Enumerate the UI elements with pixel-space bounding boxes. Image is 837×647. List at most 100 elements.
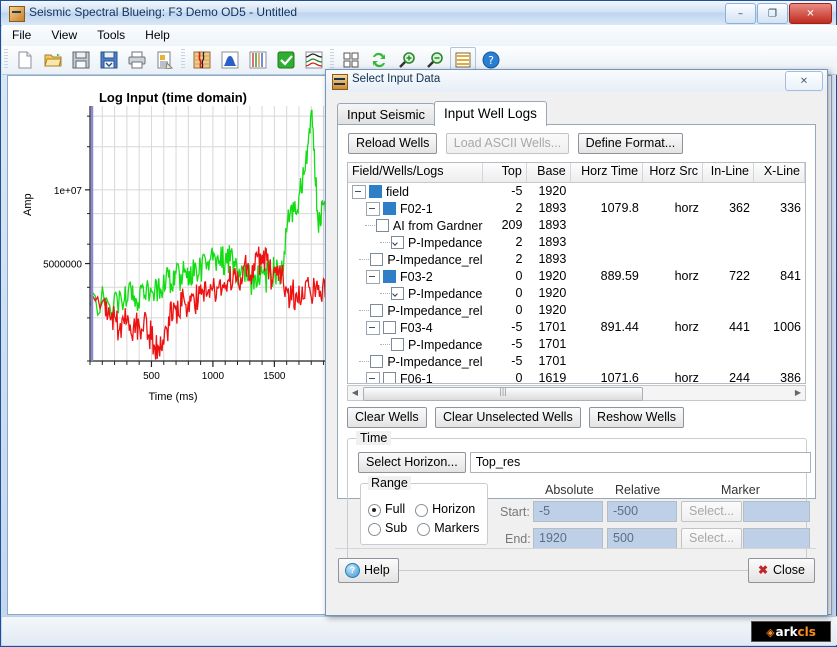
col-horz-time[interactable]: Horz Time bbox=[571, 163, 644, 182]
col-horz-src[interactable]: Horz Src bbox=[643, 163, 704, 182]
save-as-button[interactable] bbox=[96, 47, 122, 73]
expander-collapse-icon[interactable] bbox=[366, 371, 380, 383]
wavelet-button[interactable] bbox=[217, 47, 243, 73]
menu-tools[interactable]: Tools bbox=[87, 25, 135, 44]
start-relative-field[interactable]: -500 bbox=[607, 501, 677, 522]
table-row[interactable]: F03-2 0 1920 889.59 horz 722 841 bbox=[348, 268, 805, 285]
save-button[interactable] bbox=[68, 47, 94, 73]
close-button[interactable]: ✕ bbox=[789, 3, 832, 24]
tree-node[interactable]: F02-1 bbox=[348, 200, 483, 217]
table-row[interactable]: P-Impedance 2 1893 bbox=[348, 234, 805, 251]
trace-button[interactable] bbox=[301, 47, 327, 73]
clear-unselected-wells-button[interactable]: Clear Unselected Wells bbox=[435, 407, 581, 428]
expander-collapse-icon[interactable] bbox=[352, 184, 366, 199]
table-row[interactable]: F02-1 2 1893 1079.8 horz 362 336 bbox=[348, 200, 805, 217]
tree-node[interactable]: P-Impedance bbox=[348, 234, 483, 251]
tree-node[interactable]: P-Impedance bbox=[348, 285, 483, 302]
tree-node[interactable]: F03-2 bbox=[348, 268, 483, 285]
start-absolute-field[interactable]: -5 bbox=[533, 501, 603, 522]
load-ascii-wells-button[interactable]: Load ASCII Wells... bbox=[445, 133, 570, 154]
col-x-line[interactable]: X-Line bbox=[754, 163, 805, 182]
end-absolute-field[interactable]: 1920 bbox=[533, 528, 603, 549]
menu-view[interactable]: View bbox=[41, 25, 87, 44]
tree-node[interactable]: field bbox=[348, 183, 483, 200]
minimize-button[interactable]: – bbox=[725, 3, 756, 24]
node-checkbox[interactable] bbox=[383, 202, 396, 215]
start-marker-field[interactable] bbox=[743, 501, 810, 522]
node-checkbox[interactable] bbox=[370, 355, 384, 368]
select-horizon-button[interactable]: Select Horizon... bbox=[358, 452, 466, 473]
table-row[interactable]: F03-4 -5 1701 891.44 horz 441 1006 bbox=[348, 319, 805, 336]
tree-node[interactable]: P-Impedance bbox=[348, 336, 483, 353]
define-format-button[interactable]: Define Format... bbox=[577, 133, 684, 154]
node-checkbox[interactable] bbox=[370, 304, 384, 317]
scroll-left-icon[interactable]: ◀ bbox=[348, 386, 362, 400]
cell-top: 2 bbox=[515, 252, 523, 266]
horizon-value-field[interactable]: Top_res bbox=[469, 452, 811, 473]
expander-collapse-icon[interactable] bbox=[366, 269, 380, 284]
new-file-button[interactable] bbox=[12, 47, 38, 73]
scroll-thumb[interactable] bbox=[363, 387, 643, 401]
node-checkbox[interactable] bbox=[391, 338, 404, 351]
wells-tree-table[interactable]: Field/Wells/Logs Top Base Horz Time Horz… bbox=[347, 162, 806, 384]
table-row[interactable]: P-Impedance -5 1701 bbox=[348, 336, 805, 353]
reload-wells-button[interactable]: Reload Wells bbox=[348, 133, 438, 154]
dialog-close-action-button[interactable]: ✖ Close bbox=[747, 558, 815, 583]
table-row[interactable]: F06-1 0 1619 1071.6 horz 244 386 bbox=[348, 370, 805, 383]
col-field-wells-logs[interactable]: Field/Wells/Logs bbox=[348, 163, 483, 182]
grid-view-icon bbox=[343, 52, 359, 68]
tab-input-seismic[interactable]: Input Seismic bbox=[337, 103, 436, 126]
print-icon bbox=[128, 51, 146, 69]
table-row[interactable]: P-Impedance_rel -5 1701 bbox=[348, 353, 805, 370]
table-row[interactable]: AI from Gardner 209 1893 bbox=[348, 217, 805, 234]
scroll-right-icon[interactable]: ▶ bbox=[791, 386, 805, 400]
apply-check-button[interactable] bbox=[273, 47, 299, 73]
radio-sub[interactable]: Sub bbox=[368, 521, 407, 536]
print-button[interactable] bbox=[124, 47, 150, 73]
start-select-marker-button[interactable]: Select... bbox=[681, 501, 743, 522]
table-row[interactable]: P-Impedance_rel 2 1893 bbox=[348, 251, 805, 268]
radio-full[interactable]: Full bbox=[368, 502, 405, 517]
node-checkbox[interactable] bbox=[383, 372, 396, 383]
table-row[interactable]: field -5 1920 bbox=[348, 183, 805, 200]
table-row[interactable]: P-Impedance_rel 0 1920 bbox=[348, 302, 805, 319]
end-marker-field[interactable] bbox=[743, 528, 810, 549]
table-row[interactable]: P-Impedance 0 1920 bbox=[348, 285, 805, 302]
node-checkbox[interactable] bbox=[391, 236, 404, 249]
help-button[interactable]: ? Help bbox=[338, 558, 399, 583]
node-checkbox[interactable] bbox=[375, 219, 389, 232]
dialog-close-button[interactable]: ⨯ bbox=[785, 71, 823, 91]
end-select-marker-button[interactable]: Select... bbox=[681, 528, 743, 549]
col-top[interactable]: Top bbox=[483, 163, 527, 182]
node-checkbox[interactable] bbox=[369, 185, 382, 198]
report-button[interactable] bbox=[152, 47, 178, 73]
node-checkbox[interactable] bbox=[383, 270, 396, 283]
reshow-wells-button[interactable]: Reshow Wells bbox=[589, 407, 685, 428]
well-log-button[interactable] bbox=[245, 47, 271, 73]
tab-input-well-logs[interactable]: Input Well Logs bbox=[434, 101, 547, 126]
menu-file[interactable]: File bbox=[2, 25, 41, 44]
node-label: AI from Gardner bbox=[392, 218, 483, 233]
col-base[interactable]: Base bbox=[527, 163, 571, 182]
tree-horizontal-scrollbar[interactable]: ◀ ▶ bbox=[347, 385, 806, 401]
tree-node[interactable]: F03-4 bbox=[348, 319, 483, 336]
menu-help[interactable]: Help bbox=[135, 25, 180, 44]
node-checkbox[interactable] bbox=[370, 253, 384, 266]
seismic-button[interactable] bbox=[189, 47, 215, 73]
tree-node[interactable]: P-Impedance_rel bbox=[348, 353, 483, 370]
end-relative-field[interactable]: 500 bbox=[607, 528, 677, 549]
expander-collapse-icon[interactable] bbox=[366, 320, 380, 335]
tree-node[interactable]: P-Impedance_rel bbox=[348, 251, 483, 268]
tree-node[interactable]: F06-1 bbox=[348, 370, 483, 383]
open-folder-button[interactable] bbox=[40, 47, 66, 73]
node-checkbox[interactable] bbox=[383, 321, 396, 334]
radio-horizon[interactable]: Horizon bbox=[415, 502, 475, 517]
restore-button[interactable]: ❐ bbox=[757, 3, 788, 24]
clear-wells-button[interactable]: Clear Wells bbox=[347, 407, 427, 428]
tree-node[interactable]: P-Impedance_rel bbox=[348, 302, 483, 319]
radio-markers[interactable]: Markers bbox=[417, 521, 479, 536]
node-checkbox[interactable] bbox=[391, 287, 404, 300]
expander-collapse-icon[interactable] bbox=[366, 201, 380, 216]
tree-node[interactable]: AI from Gardner bbox=[348, 217, 483, 234]
col-in-line[interactable]: In-Line bbox=[703, 163, 754, 182]
